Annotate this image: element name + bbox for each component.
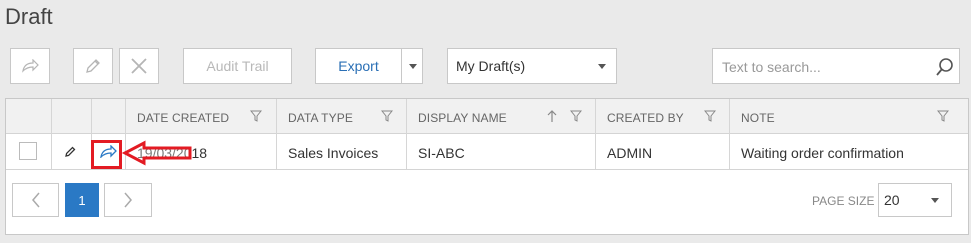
page-size-value: 20	[884, 192, 900, 208]
annotation-highlight-box	[91, 140, 122, 169]
chevron-left-icon	[31, 192, 40, 208]
column-header-date-created[interactable]: DATE CREATED	[137, 111, 229, 125]
page-size-label: PAGE SIZE	[812, 194, 875, 208]
pencil-icon	[86, 59, 100, 73]
chevron-down-icon	[931, 198, 939, 203]
previous-page-button[interactable]	[12, 183, 59, 217]
cell-display-name: SI-ABC	[418, 145, 465, 161]
current-page-label: 1	[78, 192, 86, 208]
row-checkbox[interactable]	[19, 142, 37, 160]
chevron-down-icon	[409, 64, 417, 69]
column-header-created-by[interactable]: CREATED BY	[607, 111, 684, 125]
cell-created-by: ADMIN	[607, 145, 653, 161]
grid-header: DATE CREATED DATA TYPE DISPLAY NAME CREA…	[6, 99, 968, 134]
export-label: Export	[338, 58, 379, 74]
cell-note: Waiting order confirmation	[741, 145, 904, 161]
annotation-arrow-icon	[122, 140, 192, 166]
sort-ascending-icon[interactable]	[547, 110, 557, 123]
delete-button[interactable]	[119, 48, 159, 84]
search-input[interactable]	[720, 58, 924, 76]
filter-icon[interactable]	[570, 110, 582, 122]
chevron-right-icon	[124, 192, 132, 208]
draft-filter-select[interactable]: My Draft(s)	[447, 48, 617, 84]
filter-icon[interactable]	[704, 110, 716, 122]
audit-trail-button[interactable]: Audit Trail	[183, 48, 292, 84]
chevron-down-icon	[598, 64, 606, 69]
page-1-button[interactable]: 1	[65, 183, 99, 217]
page-size-select[interactable]: 20	[878, 183, 952, 217]
filter-icon[interactable]	[250, 110, 262, 122]
draft-filter-value: My Draft(s)	[456, 58, 526, 74]
share-arrow-icon	[22, 59, 39, 73]
edit-button[interactable]	[73, 48, 113, 84]
column-header-display-name[interactable]: DISPLAY NAME	[418, 111, 507, 125]
filter-icon[interactable]	[937, 110, 949, 122]
export-dropdown-toggle[interactable]	[401, 48, 423, 84]
close-icon	[131, 58, 147, 74]
forward-button[interactable]	[10, 48, 50, 84]
search-icon[interactable]	[935, 57, 955, 77]
filter-icon[interactable]	[381, 110, 393, 122]
audit-trail-label: Audit Trail	[206, 58, 269, 74]
page-title: Draft	[5, 4, 53, 29]
pencil-icon[interactable]	[64, 145, 77, 158]
search-box[interactable]	[712, 48, 960, 84]
export-button[interactable]: Export	[315, 48, 402, 84]
cell-data-type: Sales Invoices	[288, 145, 379, 161]
column-header-note[interactable]: NOTE	[741, 111, 775, 125]
column-header-data-type[interactable]: DATA TYPE	[288, 111, 353, 125]
next-page-button[interactable]	[104, 183, 152, 217]
